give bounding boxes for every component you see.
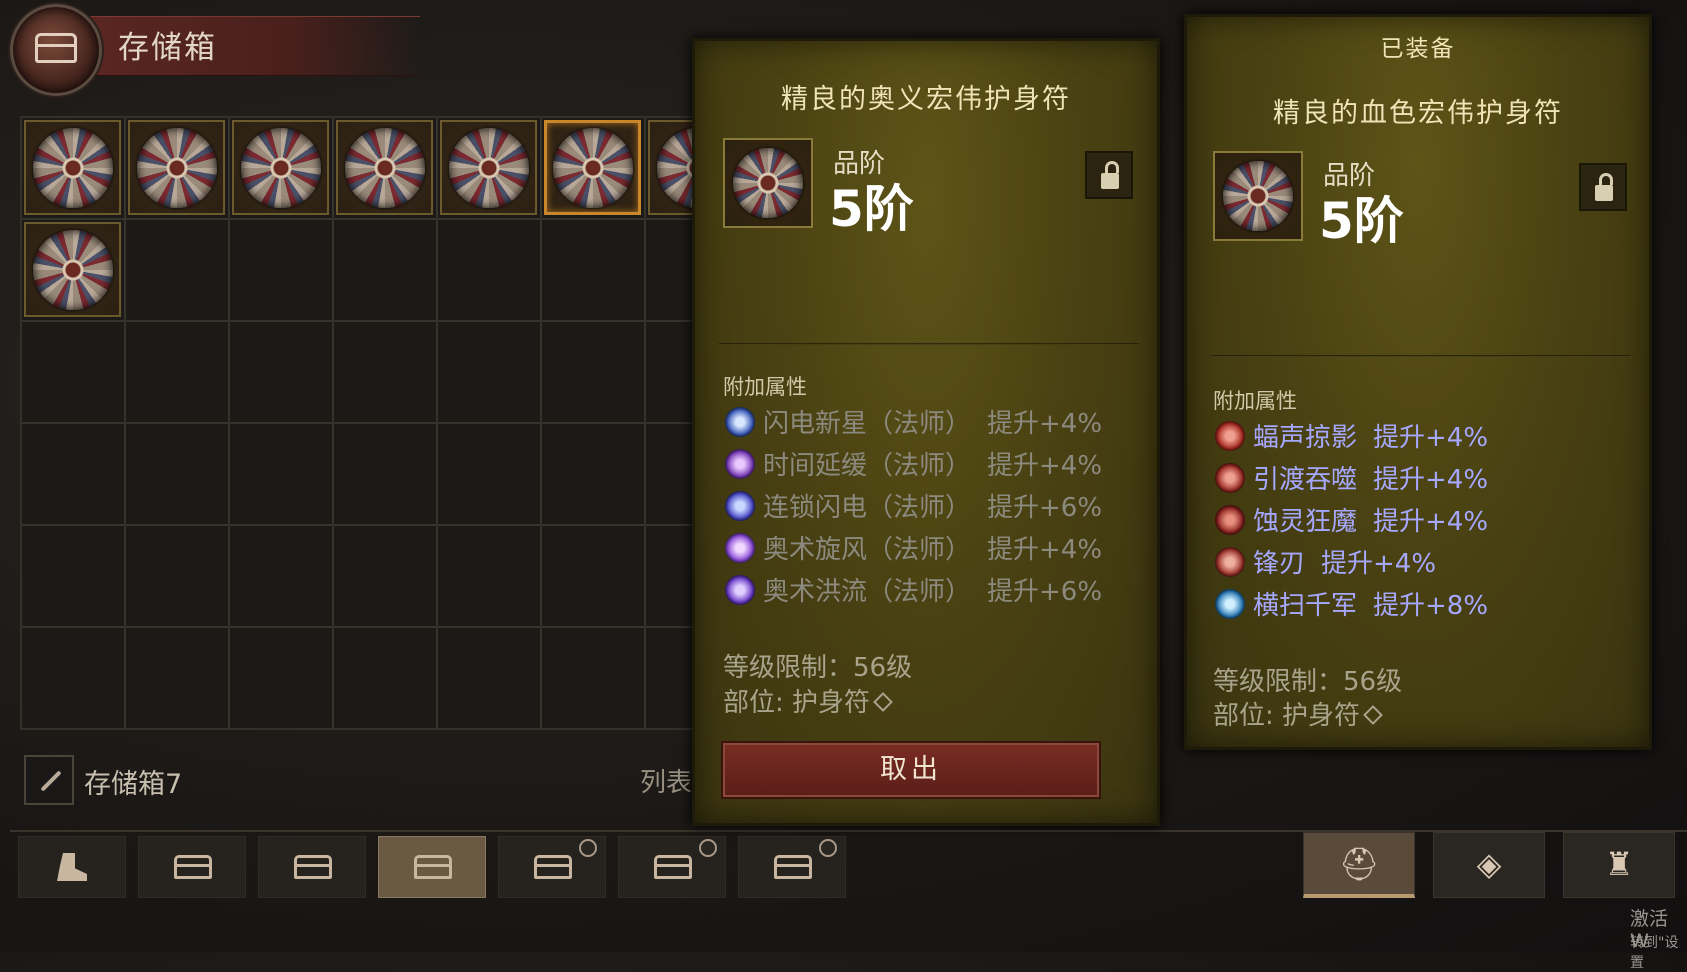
grid-cell-item[interactable] bbox=[336, 120, 433, 215]
gem-pile-icon: ◈ bbox=[1476, 845, 1502, 883]
affix-row: 引渡吞噬 提升+4% bbox=[1215, 459, 1488, 496]
amulet-icon bbox=[552, 127, 633, 208]
affix-row: 闪电新星（法师） 提升+4% bbox=[725, 403, 1102, 440]
stash-title: 存储箱 bbox=[118, 30, 217, 66]
blade-icon bbox=[1215, 547, 1245, 577]
grid-cell-item[interactable] bbox=[24, 222, 121, 317]
tab-stash-6[interactable] bbox=[738, 836, 846, 898]
lock-toggle-button[interactable] bbox=[1085, 151, 1133, 199]
grade-value: 5阶 bbox=[1319, 192, 1404, 250]
bat-shadow-icon bbox=[1215, 421, 1245, 451]
amulet-icon bbox=[733, 148, 803, 218]
stash-chest-icon bbox=[10, 4, 102, 96]
affix-header: 附加属性 bbox=[1213, 389, 1297, 413]
grid-cell-item[interactable] bbox=[24, 120, 121, 215]
lock-icon bbox=[699, 839, 717, 857]
slot-diamond-icon bbox=[1363, 705, 1383, 725]
grid-cell-item[interactable] bbox=[440, 120, 537, 215]
item-slot: 部位: 护身符 bbox=[723, 682, 893, 719]
level-requirement: 等级限制：56级 bbox=[723, 653, 913, 683]
sweep-icon bbox=[1215, 589, 1245, 619]
tab-stash-5[interactable] bbox=[618, 836, 726, 898]
affix-row: 时间延缓（法师） 提升+4% bbox=[725, 445, 1102, 482]
tab-stash-1[interactable] bbox=[138, 836, 246, 898]
grid-cell-item[interactable] bbox=[232, 120, 329, 215]
chest-icon bbox=[174, 855, 212, 879]
item-tooltip-equipped: 已装备 精良的血色宏伟护身符 品阶 5阶 附加属性 蝠声掠影 提升+4% 引渡吞噬… bbox=[1184, 14, 1652, 750]
amulet-icon bbox=[448, 127, 529, 208]
chain-lightning-icon bbox=[725, 491, 755, 521]
affix-row: 奥术洪流（法师） 提升+6% bbox=[725, 571, 1102, 608]
bag-icon: ♜ bbox=[1604, 845, 1634, 883]
tab-gems[interactable]: ◈ bbox=[1433, 832, 1545, 898]
rename-stash-button[interactable] bbox=[24, 755, 74, 805]
lock-toggle-button[interactable] bbox=[1579, 163, 1627, 211]
amulet-icon bbox=[240, 127, 321, 208]
divider bbox=[719, 343, 1139, 345]
equipped-header: 已装备 bbox=[1380, 36, 1456, 62]
tab-materials[interactable] bbox=[18, 836, 126, 898]
item-slot: 部位: 护身符 bbox=[1213, 695, 1383, 732]
soul-ferry-icon bbox=[1215, 463, 1245, 493]
chest-icon bbox=[654, 855, 692, 879]
amulet-icon bbox=[136, 127, 217, 208]
frenzy-demon-icon bbox=[1215, 505, 1245, 535]
item-title: 精良的血色宏伟护身符 bbox=[1273, 98, 1563, 129]
item-icon-frame bbox=[723, 138, 813, 228]
slot-diamond-icon bbox=[873, 692, 893, 712]
grid-cell-item-selected[interactable] bbox=[544, 120, 641, 215]
item-tooltip-selected: 精良的奥义宏伟护身符 品阶 5阶 附加属性 闪电新星（法师） 提升+4% 时间延缓… bbox=[692, 38, 1160, 826]
tab-stash-4[interactable] bbox=[498, 836, 606, 898]
amulet-icon bbox=[1223, 161, 1293, 231]
affix-row: 蝠声掠影 提升+4% bbox=[1215, 417, 1488, 454]
tab-stash-3[interactable] bbox=[378, 836, 486, 898]
tab-stash-2[interactable] bbox=[258, 836, 366, 898]
boot-icon bbox=[57, 853, 87, 881]
grade-value: 5阶 bbox=[829, 180, 914, 238]
divider bbox=[1211, 355, 1631, 357]
affix-row: 连锁闪电（法师） 提升+6% bbox=[725, 487, 1102, 524]
take-out-button[interactable]: 取出 bbox=[721, 741, 1101, 799]
time-slow-icon bbox=[725, 449, 755, 479]
affix-row: 蚀灵狂魔 提升+4% bbox=[1215, 501, 1488, 538]
activation-watermark-sub: 转到"设置 bbox=[1630, 935, 1679, 971]
stash-name: 存储箱7 bbox=[84, 769, 183, 800]
level-requirement: 等级限制：56级 bbox=[1213, 667, 1403, 697]
helmet-icon: ⛑ bbox=[1338, 845, 1380, 883]
chest-icon bbox=[774, 855, 812, 879]
amulet-icon bbox=[32, 229, 113, 310]
item-icon-frame bbox=[1213, 151, 1303, 241]
arcane-whirlwind-icon bbox=[725, 533, 755, 563]
tab-equipment[interactable]: ⛑ bbox=[1303, 832, 1415, 898]
affix-row: 奥术旋风（法师） 提升+4% bbox=[725, 529, 1102, 566]
affix-row: 横扫千军 提升+8% bbox=[1215, 585, 1488, 622]
chest-icon bbox=[414, 855, 452, 879]
list-view-label[interactable]: 列表 bbox=[640, 762, 692, 799]
lock-icon bbox=[579, 839, 597, 857]
tab-bag[interactable]: ♜ bbox=[1563, 832, 1675, 898]
affix-row: 锋刃 提升+4% bbox=[1215, 543, 1436, 580]
arcane-torrent-icon bbox=[725, 575, 755, 605]
item-title: 精良的奥义宏伟护身符 bbox=[781, 84, 1071, 115]
lightning-nova-icon bbox=[725, 407, 755, 437]
amulet-icon bbox=[32, 127, 113, 208]
grid-cell-item[interactable] bbox=[128, 120, 225, 215]
affix-header: 附加属性 bbox=[723, 375, 807, 399]
amulet-icon bbox=[344, 127, 425, 208]
lock-icon bbox=[819, 839, 837, 857]
stash-grid bbox=[20, 116, 745, 730]
chest-icon bbox=[294, 855, 332, 879]
chest-icon bbox=[534, 855, 572, 879]
